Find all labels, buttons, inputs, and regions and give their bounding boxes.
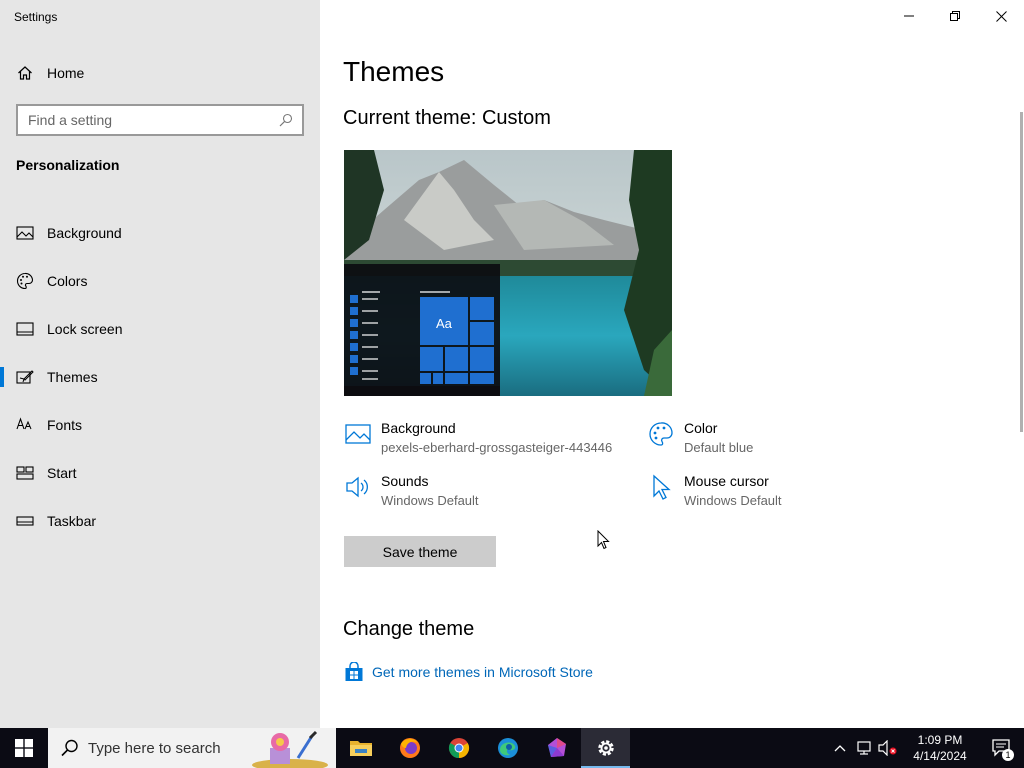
home-icon (16, 64, 34, 82)
search-highlight-decoration-icon (250, 728, 336, 768)
color-property[interactable]: Color Default blue (647, 420, 753, 456)
mouse-cursor-property-value: Windows Default (684, 493, 782, 508)
themes-icon (16, 368, 34, 386)
palette-icon (16, 272, 34, 290)
taskbar: Type here to search 1:09 PM 4/14/2024 1 (0, 728, 1024, 768)
close-icon (995, 10, 1007, 22)
taskbar-search-text: Type here to search (88, 739, 221, 757)
sidebar-item-start[interactable]: Start (0, 449, 320, 497)
nav-list: Background Colors Lock screen Themes Fon… (0, 209, 320, 545)
mouse-cursor-property[interactable]: Mouse cursor Windows Default (647, 473, 782, 509)
firefox-icon (399, 738, 420, 758)
restore-icon (950, 11, 960, 21)
sidebar-item-label: Lock screen (47, 321, 123, 337)
palette-icon (647, 420, 675, 448)
sidebar-item-colors[interactable]: Colors (0, 257, 320, 305)
sidebar-item-lock-screen[interactable]: Lock screen (0, 305, 320, 353)
chevron-up-icon (834, 745, 846, 752)
network-icon (857, 741, 871, 755)
start-button[interactable] (0, 728, 48, 768)
edge-button[interactable] (483, 728, 532, 768)
system-tray: 1:09 PM 4/14/2024 1 (828, 728, 1024, 768)
volume-muted-icon (878, 740, 897, 756)
sidebar-item-fonts[interactable]: Fonts (0, 401, 320, 449)
settings-icon (597, 740, 614, 756)
store-link-text: Get more themes in Microsoft Store (372, 664, 593, 680)
section-title: Personalization (16, 157, 120, 173)
volume-button[interactable] (876, 728, 900, 768)
sidebar-item-background[interactable]: Background (0, 209, 320, 257)
fonts-icon (16, 416, 34, 434)
theme-preview-image (344, 150, 672, 396)
settings-search-box[interactable] (16, 104, 304, 136)
minimize-button[interactable] (886, 0, 932, 32)
image-icon (344, 420, 372, 448)
theme-preview: Aa (344, 150, 672, 396)
current-theme-heading: Current theme: Custom (343, 107, 551, 129)
action-center-button[interactable]: 1 (980, 728, 1024, 768)
sidebar-item-label: Colors (47, 273, 88, 289)
sidebar: Settings Home Personalization Background… (0, 0, 320, 728)
taskbar-search-box[interactable]: Type here to search (48, 728, 336, 768)
find-setting-input[interactable] (18, 106, 274, 134)
arrow-cursor-icon (597, 529, 610, 550)
start-icon (16, 464, 34, 482)
preview-tile-text: Aa (436, 316, 452, 331)
home-label: Home (47, 65, 85, 81)
sidebar-item-themes[interactable]: Themes (0, 353, 320, 401)
close-button[interactable] (978, 0, 1024, 32)
settings-button[interactable] (581, 728, 630, 768)
show-hidden-icons-button[interactable] (828, 728, 852, 768)
chrome-icon (448, 738, 469, 759)
file-explorer-button[interactable] (336, 728, 385, 768)
vertical-scrollbar[interactable] (1020, 112, 1023, 432)
background-property-title: Background (381, 420, 456, 436)
sounds-property-value: Windows Default (381, 493, 479, 508)
sidebar-item-label: Start (47, 465, 77, 481)
sidebar-item-label: Background (47, 225, 122, 241)
nav-home[interactable]: Home (0, 57, 320, 89)
sidebar-item-label: Themes (47, 369, 98, 385)
microsoft-store-link[interactable]: Get more themes in Microsoft Store (344, 662, 593, 682)
gem-app-button[interactable] (532, 728, 581, 768)
change-theme-heading: Change theme (343, 618, 475, 640)
restore-button[interactable] (932, 0, 978, 32)
windows-logo-icon (15, 739, 33, 757)
store-bag-icon (344, 662, 364, 682)
window-controls (886, 0, 1024, 32)
edge-icon (497, 738, 518, 758)
search-icon[interactable] (274, 108, 298, 132)
sounds-property[interactable]: Sounds Windows Default (344, 473, 479, 509)
search-icon (60, 738, 80, 758)
gem-app-icon (547, 738, 566, 757)
lock-screen-icon (16, 320, 34, 338)
sidebar-item-label: Taskbar (47, 513, 97, 529)
sounds-property-title: Sounds (381, 473, 429, 489)
image-icon (16, 224, 34, 242)
mouse-pointer-icon (647, 473, 675, 501)
sidebar-item-label: Fonts (47, 417, 83, 433)
taskbar-icon (16, 512, 34, 530)
color-property-value: Default blue (684, 440, 754, 455)
clock-time: 1:09 PM (917, 733, 963, 747)
speaker-icon (344, 473, 372, 501)
save-theme-button[interactable]: Save theme (344, 536, 496, 567)
sidebar-item-taskbar[interactable]: Taskbar (0, 497, 320, 545)
clock-date: 4/14/2024 (913, 749, 967, 763)
background-property[interactable]: Background pexels-eberhard-grossgasteige… (344, 420, 612, 456)
minimize-icon (904, 15, 914, 17)
page-title: Themes (343, 56, 445, 87)
firefox-button[interactable] (385, 728, 434, 768)
mouse-cursor-property-title: Mouse cursor (684, 473, 769, 489)
app-title: Settings (14, 10, 58, 24)
main-content: Themes Current theme: Custom Aa Backgrou… (320, 0, 1024, 728)
background-property-value: pexels-eberhard-grossgasteiger-443446 (381, 440, 613, 455)
taskbar-clock[interactable]: 1:09 PM 4/14/2024 (900, 728, 980, 768)
chrome-button[interactable] (434, 728, 483, 768)
mouse-pointer (597, 529, 611, 555)
network-button[interactable] (852, 728, 876, 768)
color-property-title: Color (684, 420, 718, 436)
file-explorer-icon (349, 741, 372, 756)
notification-count-badge: 1 (1002, 749, 1014, 761)
